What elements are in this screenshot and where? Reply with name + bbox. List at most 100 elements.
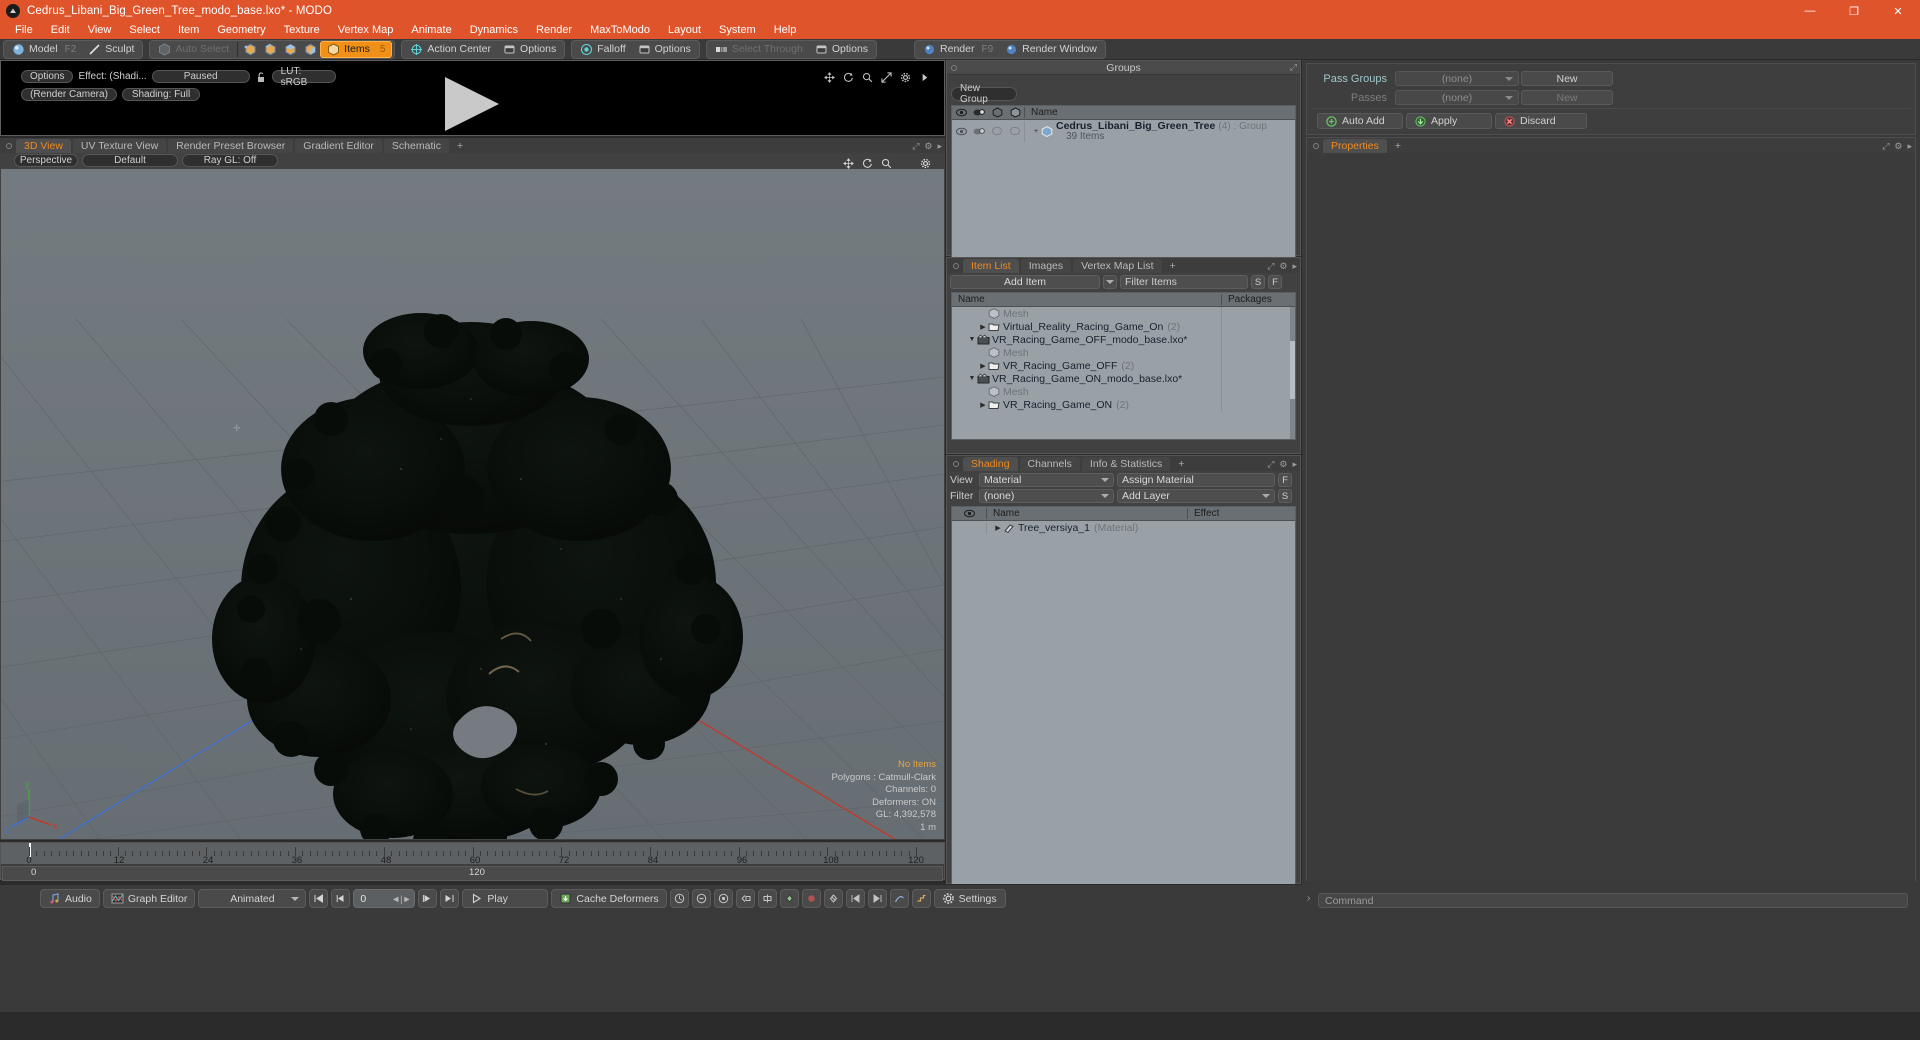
viewport-zoom-icon[interactable] [881, 156, 892, 174]
shading-settings-icon[interactable]: ⚙ [1279, 459, 1287, 470]
table-row[interactable]: Mesh [952, 385, 1295, 398]
key-add-button[interactable] [779, 889, 799, 908]
tab-render-preset-browser[interactable]: Render Preset Browser [168, 139, 294, 153]
preview-lut-button[interactable]: LUT: sRGB [271, 66, 336, 88]
shading-view-select[interactable]: Material [979, 473, 1114, 487]
viewport-raygl-button[interactable]: Ray GL: Off [182, 154, 278, 167]
table-row[interactable]: ▶ VR_Racing_Game_ON (2) [952, 398, 1295, 411]
polygons-mode-icon[interactable] [280, 41, 300, 58]
menu-item-edit[interactable]: Edit [42, 22, 79, 39]
item-list-settings-icon[interactable]: ⚙ [1279, 261, 1287, 272]
materials-mode-icon[interactable] [300, 41, 320, 58]
discard-button[interactable]: Discard [1495, 113, 1587, 129]
edges-mode-icon[interactable] [260, 41, 280, 58]
key-last-button[interactable] [867, 889, 887, 908]
shading-filter-select[interactable]: (none) [979, 489, 1114, 503]
table-row[interactable]: ▼ VR_Racing_Game_ON_modo_base.lxo* [952, 372, 1295, 385]
select-through-options-button[interactable]: Options [809, 41, 874, 58]
assign-material-button[interactable]: Assign Material [1117, 473, 1275, 487]
go-to-start-button[interactable] [309, 889, 329, 908]
properties-settings-icon[interactable]: ⚙ [1894, 141, 1902, 152]
table-row[interactable]: Mesh [952, 346, 1295, 359]
viewport-more-icon[interactable]: ▸ [937, 141, 942, 152]
move-icon[interactable] [824, 70, 835, 88]
menu-item-system[interactable]: System [710, 22, 765, 39]
viewport-perspective-button[interactable]: Perspective [14, 154, 78, 167]
pass-groups-select[interactable]: (none) [1395, 71, 1519, 86]
fit-icon[interactable] [881, 70, 892, 88]
groups-maximize-icon[interactable]: ⤢ [1290, 62, 1297, 73]
new-group-button[interactable]: New Group [951, 83, 1017, 105]
render-button[interactable]: Render F9 [917, 41, 999, 58]
falloff-button[interactable]: Falloff [574, 41, 631, 58]
tab-add-properties[interactable]: + [1389, 139, 1407, 153]
preview-shading-button[interactable]: Shading: Full [122, 88, 200, 101]
cache-deformers-button[interactable]: Cache Deformers [551, 889, 667, 908]
current-frame-input[interactable]: 0 ◄|► [353, 889, 416, 908]
row-render-icon[interactable] [970, 127, 988, 136]
shading-more-icon[interactable]: ▸ [1292, 459, 1297, 470]
row-expand-toggle[interactable]: ▼ [967, 375, 977, 382]
curve-linear-button[interactable] [889, 889, 909, 908]
preview-options-button[interactable]: Options [21, 70, 74, 83]
key-mode-b-button[interactable] [691, 889, 711, 908]
tab-uv-texture-view[interactable]: UV Texture View [72, 139, 167, 153]
curve-stepped-button[interactable] [911, 889, 931, 908]
auto-select-button[interactable]: Auto Select [152, 41, 235, 58]
menu-item-render[interactable]: Render [527, 22, 581, 39]
shading-row-expand[interactable]: ▶ [993, 524, 1003, 532]
key-mode-a-button[interactable] [669, 889, 689, 908]
menu-item-geometry[interactable]: Geometry [208, 22, 274, 39]
item-list-scrollbar[interactable] [1290, 307, 1295, 439]
next-frame-button[interactable] [418, 889, 438, 908]
items-mode-button[interactable]: Items 5 [320, 40, 393, 58]
pass-groups-new-button[interactable]: New [1521, 71, 1613, 86]
filter-items-input[interactable]: Filter Items [1120, 275, 1248, 289]
viewport-default-button[interactable]: Default [82, 154, 178, 167]
preview-camera-button[interactable]: (Render Camera) [21, 88, 117, 101]
row-solid-toggle[interactable] [1006, 127, 1024, 135]
menu-item-layout[interactable]: Layout [659, 22, 710, 39]
previous-frame-button[interactable] [331, 889, 351, 908]
key-first-button[interactable] [845, 889, 865, 908]
item-list-maximize-icon[interactable]: ⤢ [1267, 261, 1274, 272]
tab-gradient-editor[interactable]: Gradient Editor [295, 139, 382, 153]
tab-properties[interactable]: Properties [1323, 139, 1387, 153]
item-list-more-icon[interactable]: ▸ [1292, 261, 1297, 272]
maximize-button[interactable]: ❐ [1832, 0, 1876, 22]
menu-item-select[interactable]: Select [120, 22, 169, 39]
row-wire-toggle[interactable] [988, 127, 1006, 135]
viewport-settings-icon[interactable]: ⚙ [924, 141, 932, 152]
audio-button[interactable]: Audio [40, 889, 100, 908]
filter-s-button[interactable]: S [1251, 275, 1265, 289]
shading-f-button[interactable]: F [1278, 473, 1292, 487]
tab-info-statistics[interactable]: Info & Statistics [1081, 457, 1171, 471]
timeline-range-bar[interactable]: 0 120 [2, 866, 943, 881]
model-mode-button[interactable]: Model F2 [6, 41, 82, 58]
play-overlay-icon[interactable] [445, 77, 499, 131]
wireframe-cube-icon[interactable] [988, 107, 1006, 118]
settings-button[interactable]: Settings [933, 889, 1006, 908]
passes-select[interactable]: (none) [1395, 90, 1519, 105]
tab-add-item-list[interactable]: + [1164, 259, 1182, 273]
row-expand-toggle[interactable]: + [1031, 128, 1041, 135]
table-row[interactable]: + Cedrus_Libani_Big_Green_Tree (4) : Gro… [952, 120, 1295, 142]
add-layer-select[interactable]: Add Layer [1117, 489, 1275, 503]
action-center-options-button[interactable]: Options [497, 41, 562, 58]
select-through-button[interactable]: Select Through [709, 41, 809, 58]
properties-more-icon[interactable]: ▸ [1907, 141, 1912, 152]
solid-cube-icon[interactable] [1006, 107, 1024, 118]
viewport-panel-dot[interactable] [6, 143, 12, 149]
graph-editor-button[interactable]: Graph Editor [102, 889, 196, 908]
add-item-dropdown[interactable] [1103, 275, 1117, 289]
properties-panel-dot[interactable] [1313, 143, 1319, 149]
table-row[interactable]: ▶ VR_Racing_Game_OFF (2) [952, 359, 1295, 372]
tab-channels[interactable]: Channels [1019, 457, 1080, 471]
tab-images[interactable]: Images [1020, 259, 1072, 273]
close-button[interactable]: ✕ [1876, 0, 1920, 22]
viewport-rotate-icon[interactable] [862, 156, 873, 174]
shading-maximize-icon[interactable]: ⤢ [1267, 459, 1274, 470]
row-expand-toggle[interactable]: ▶ [978, 362, 988, 370]
tab-schematic[interactable]: Schematic [383, 139, 449, 153]
row-expand-toggle[interactable]: ▼ [967, 336, 977, 343]
